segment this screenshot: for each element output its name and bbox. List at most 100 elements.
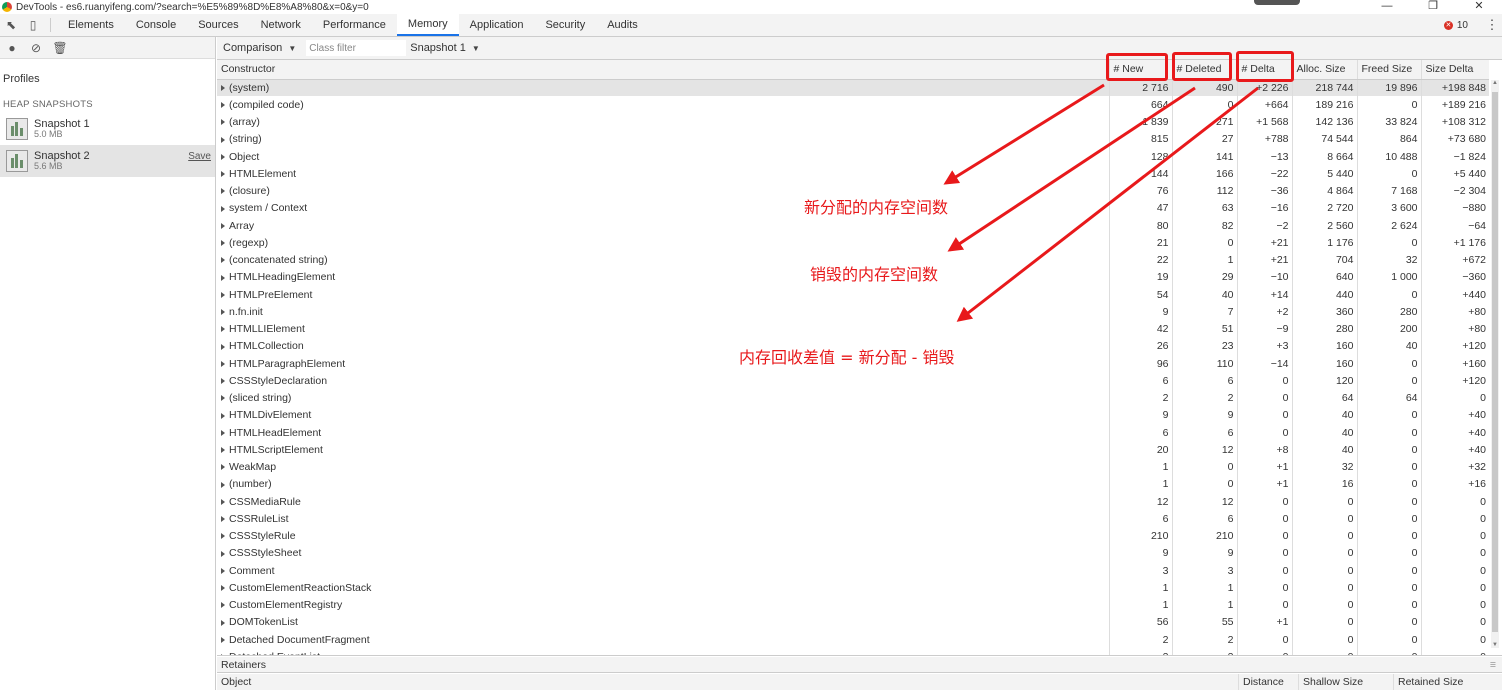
grid-scrollbar[interactable]: ▲ ▼ xyxy=(1491,80,1499,648)
table-row[interactable]: HTMLElement 144 166 −22 5 440 0 +5 440 xyxy=(217,165,1489,183)
expand-triangle-icon[interactable] xyxy=(221,136,225,143)
record-icon[interactable]: ● xyxy=(0,41,24,55)
expand-triangle-icon[interactable] xyxy=(221,619,225,626)
table-row[interactable]: CSSRuleList 6 6 0 0 0 0 xyxy=(217,510,1489,528)
tab-performance[interactable]: Performance xyxy=(312,14,397,36)
table-row[interactable]: HTMLLIElement 42 51 −9 280 200 +80 xyxy=(217,320,1489,338)
expand-triangle-icon[interactable] xyxy=(221,326,225,333)
clear-icon[interactable]: ⊘ xyxy=(24,41,48,55)
expand-triangle-icon[interactable] xyxy=(221,481,225,488)
close-window-button[interactable]: ✕ xyxy=(1456,0,1502,14)
expand-triangle-icon[interactable] xyxy=(221,188,225,195)
expand-triangle-icon[interactable] xyxy=(221,240,225,247)
table-row[interactable]: WeakMap 1 0 +1 32 0 +32 xyxy=(217,458,1489,476)
expand-triangle-icon[interactable] xyxy=(221,464,225,471)
col-retained-size[interactable]: Retained Size xyxy=(1393,674,1502,690)
expand-triangle-icon[interactable] xyxy=(221,498,225,505)
column-header-alloc-size[interactable]: Alloc. Size xyxy=(1291,60,1357,80)
column-header-freed-size[interactable]: Freed Size xyxy=(1356,60,1421,80)
expand-triangle-icon[interactable] xyxy=(221,602,225,609)
expand-triangle-icon[interactable] xyxy=(221,291,225,298)
expand-triangle-icon[interactable] xyxy=(221,309,225,316)
snapshot-item-2[interactable]: Snapshot 2 5.6 MB Save xyxy=(0,145,215,177)
error-counter[interactable]: ✕ 10 xyxy=(1443,20,1468,31)
table-row[interactable]: n.fn.init 9 7 +2 360 280 +80 xyxy=(217,303,1489,321)
expand-triangle-icon[interactable] xyxy=(221,274,225,281)
expand-triangle-icon[interactable] xyxy=(221,636,225,643)
expand-triangle-icon[interactable] xyxy=(221,654,225,655)
scroll-down-icon[interactable]: ▼ xyxy=(1491,642,1499,648)
retainers-header[interactable]: Retainers ≡ xyxy=(217,657,1502,673)
tab-audits[interactable]: Audits xyxy=(596,14,649,36)
table-row[interactable]: (compiled code) 664 0 +664 189 216 0 +189 216 xyxy=(217,96,1489,114)
more-options-icon[interactable]: ⋮ xyxy=(1482,17,1502,33)
tab-elements[interactable]: Elements xyxy=(57,14,125,36)
minimize-button[interactable]: — xyxy=(1364,0,1410,14)
tab-console[interactable]: Console xyxy=(125,14,187,36)
table-row[interactable]: CSSStyleRule 210 210 0 0 0 0 xyxy=(217,527,1489,545)
inspect-element-icon[interactable]: ⬉ xyxy=(0,14,22,36)
table-row[interactable]: DOMTokenList 56 55 +1 0 0 0 xyxy=(217,613,1489,631)
expand-triangle-icon[interactable] xyxy=(221,447,225,454)
table-row[interactable]: Detached DocumentFragment 2 2 0 0 0 0 xyxy=(217,631,1489,649)
table-row[interactable]: Comment 3 3 0 0 0 0 xyxy=(217,562,1489,580)
expand-triangle-icon[interactable] xyxy=(221,516,225,523)
col-distance[interactable]: Distance xyxy=(1238,674,1298,690)
tab-network[interactable]: Network xyxy=(250,14,312,36)
col-object[interactable]: Object xyxy=(217,674,1238,690)
table-row[interactable]: (string) 815 27 +788 74 544 864 +73 680 xyxy=(217,130,1489,148)
view-select[interactable]: Comparison ▼ xyxy=(223,42,296,54)
table-row[interactable]: (system) 2 716 490 +2 226 218 744 19 896 +198 … xyxy=(217,79,1489,97)
tab-memory[interactable]: Memory xyxy=(396,14,459,36)
table-row[interactable]: CustomElementRegistry 1 1 0 0 0 0 xyxy=(217,596,1489,614)
expand-triangle-icon[interactable] xyxy=(221,257,225,264)
table-row[interactable]: (regexp) 21 0 +21 1 176 0 +1 176 xyxy=(217,234,1489,252)
tab-application[interactable]: Application xyxy=(459,14,535,36)
table-row[interactable]: (sliced string) 2 2 0 64 64 0 xyxy=(217,389,1489,407)
expand-triangle-icon[interactable] xyxy=(221,171,225,178)
restore-button[interactable]: ❐ xyxy=(1410,0,1456,14)
table-row[interactable]: HTMLHeadElement 6 6 0 40 0 +40 xyxy=(217,424,1489,442)
expand-triangle-icon[interactable] xyxy=(221,153,225,160)
expand-triangle-icon[interactable] xyxy=(221,119,225,126)
expand-triangle-icon[interactable] xyxy=(221,412,225,419)
expand-triangle-icon[interactable] xyxy=(221,205,225,212)
column-header-size-delta[interactable]: Size Delta xyxy=(1420,60,1489,80)
expand-triangle-icon[interactable] xyxy=(221,585,225,592)
class-filter-input[interactable] xyxy=(306,40,407,56)
resize-handle-icon[interactable]: ≡ xyxy=(1490,657,1496,673)
trash-icon[interactable]: 🗑 xyxy=(48,41,72,55)
table-row[interactable]: CSSStyleDeclaration 6 6 0 120 0 +120 xyxy=(217,372,1489,390)
scroll-up-icon[interactable]: ▲ xyxy=(1491,80,1499,86)
table-row[interactable]: HTMLDivElement 9 9 0 40 0 +40 xyxy=(217,406,1489,424)
col-shallow-size[interactable]: Shallow Size xyxy=(1298,674,1393,690)
expand-triangle-icon[interactable] xyxy=(221,378,225,385)
expand-triangle-icon[interactable] xyxy=(221,85,225,92)
base-snapshot-select[interactable]: Snapshot 1 ▼ xyxy=(410,42,480,54)
expand-triangle-icon[interactable] xyxy=(221,102,225,109)
table-row[interactable]: CustomElementReactionStack 1 1 0 0 0 0 xyxy=(217,579,1489,597)
expand-triangle-icon[interactable] xyxy=(221,360,225,367)
snapshot-item-1[interactable]: Snapshot 1 5.0 MB xyxy=(0,113,215,145)
device-toolbar-icon[interactable]: ▯ xyxy=(22,14,44,36)
table-row[interactable]: HTMLPreElement 54 40 +14 440 0 +440 xyxy=(217,286,1489,304)
tab-security[interactable]: Security xyxy=(534,14,596,36)
table-row[interactable]: (number) 1 0 +1 16 0 +16 xyxy=(217,475,1489,493)
column-header-constructor[interactable]: Constructor xyxy=(217,60,1109,80)
expand-triangle-icon[interactable] xyxy=(221,343,225,350)
table-row[interactable]: Array 80 82 −2 2 560 2 624 −64 xyxy=(217,217,1489,235)
save-snapshot-link[interactable]: Save xyxy=(188,151,211,162)
table-row[interactable]: Object 128 141 −13 8 664 10 488 −1 824 xyxy=(217,148,1489,166)
expand-triangle-icon[interactable] xyxy=(221,395,225,402)
table-row[interactable]: Detached EventList220000 xyxy=(217,648,1489,655)
expand-triangle-icon[interactable] xyxy=(221,567,225,574)
table-row[interactable]: HTMLScriptElement 20 12 +8 40 0 +40 xyxy=(217,441,1489,459)
scrollbar-thumb[interactable] xyxy=(1492,92,1498,632)
table-row[interactable]: CSSStyleSheet 9 9 0 0 0 0 xyxy=(217,544,1489,562)
table-row[interactable]: (array) 1 839 271 +1 568 142 136 33 824 +108 3… xyxy=(217,113,1489,131)
expand-triangle-icon[interactable] xyxy=(221,222,225,229)
expand-triangle-icon[interactable] xyxy=(221,429,225,436)
tab-sources[interactable]: Sources xyxy=(187,14,249,36)
table-row[interactable]: CSSMediaRule 12 12 0 0 0 0 xyxy=(217,493,1489,511)
expand-triangle-icon[interactable] xyxy=(221,533,225,540)
